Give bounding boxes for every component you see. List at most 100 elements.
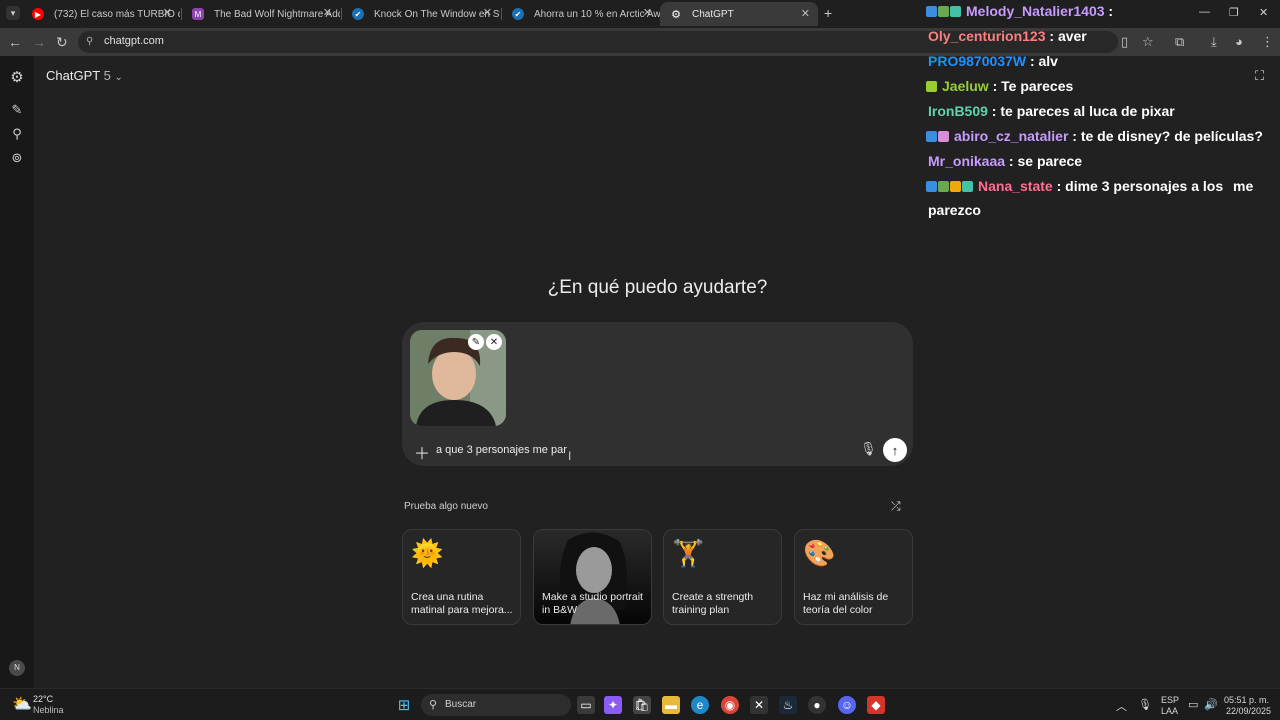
minimize-icon[interactable]: — [1199,6,1210,18]
chat-message: me [1233,175,1273,197]
suggestion-card[interactable]: 🎨 Haz mi análisis de teoría del color [794,529,913,625]
chat-username[interactable]: Oly_centurion123 [928,28,1046,44]
app-icon[interactable]: ◆ [867,696,885,714]
back-arrow-icon[interactable]: ← [8,34,22,50]
chat-text: me [1233,178,1254,194]
language-sub-label: LAA [1161,706,1179,716]
chat-message: Nana_state : dime 3 personajes a los [926,175,1271,197]
chat-message: Melody_Natalier1403 : [926,0,1271,22]
tab-steam-arctic[interactable]: ✔ Ahorra un 10 % en Arctic Awak ✕ [502,4,660,24]
search-icon: ⚲ [429,699,438,711]
chat-badge-icon [950,6,961,17]
edge-icon[interactable]: e [691,696,709,714]
avatar[interactable]: N [9,660,25,676]
chat-username[interactable]: abiro_cz_natalier [954,128,1068,144]
remove-image-icon[interactable]: ✕ [486,334,502,350]
suggestion-card[interactable]: 🏋️ Create a strength training plan [663,529,782,625]
steam-icon[interactable]: ♨ [779,696,797,714]
stream-chat-overlay: Melody_Natalier1403 : Oly_centurion123 : … [922,0,1280,230]
tab-youtube[interactable]: ▶ (732) El caso más TURBIO de Co ✕ [22,4,180,24]
suggestion-text: Haz mi análisis de teoría del color [803,591,889,616]
taskbar-search[interactable]: ⚲ Buscar [421,694,571,716]
new-tab-button[interactable]: + [824,5,832,21]
chat-badge-icon [938,6,949,17]
chat-message: Oly_centurion123 : aver [926,25,1271,47]
windows-start-icon[interactable]: ⊞ [395,696,413,714]
chevron-up-icon[interactable]: ︿ [1116,698,1127,714]
library-icon[interactable]: ⊚ [9,150,25,166]
add-attachment-icon[interactable]: ＋ [414,440,430,464]
site-icon: M [192,8,204,20]
chatgpt-sidebar: ⚙ ✎ ⚲ ⊚ N [0,56,34,688]
close-icon[interactable]: ✕ [163,6,172,19]
edit-image-icon[interactable]: ✎ [468,334,484,350]
suggestion-card[interactable]: Make a studio portrait in B&W [533,529,652,625]
weather-temperature: 22°C [33,694,54,704]
chat-badge-icon [962,181,973,192]
model-name: ChatGPT [46,68,100,83]
copilot-icon[interactable]: ✦ [604,696,622,714]
sun-icon: 🌞 [411,538,444,568]
chat-text: : se parece [1005,153,1083,169]
close-icon[interactable]: ✕ [323,6,332,19]
url-text: chatgpt.com [104,35,164,47]
reload-icon[interactable]: ↻ [56,34,68,51]
forward-arrow-icon[interactable]: → [32,34,46,50]
close-icon[interactable]: ✕ [801,7,810,20]
tab-title: Knock On The Window en Stea [374,8,500,20]
close-icon[interactable]: ✕ [643,6,652,19]
tab-bad-wolf[interactable]: M The Bad Wolf Nightmare Addon ✕ [182,4,340,24]
chat-username[interactable]: PRO9870037W [928,53,1026,69]
site-info-icon[interactable]: ⚲ [86,36,93,47]
weather-icon[interactable]: ⛅ [12,694,32,714]
restore-icon[interactable]: ❐ [1229,6,1239,19]
chat-username[interactable]: Melody_Natalier1403 [966,3,1105,19]
chat-badge-icon [926,6,937,17]
suggestion-text: Make a studio portrait in B&W [542,591,643,616]
send-button[interactable]: ↑ [883,438,907,462]
file-explorer-icon[interactable]: ▬ [662,696,680,714]
tab-chatgpt[interactable]: ⚙ ChatGPT ✕ [660,2,818,26]
chat-username[interactable]: Nana_state [978,178,1053,194]
search-icon[interactable]: ⚲ [9,126,25,142]
steam-icon: ✔ [512,8,524,20]
youtube-icon: ▶ [32,8,44,20]
close-icon[interactable]: ✕ [483,6,492,19]
suggestion-card[interactable]: 🌞 Crea una rutina matinal para mejora... [402,529,521,625]
chat-text: parezco [928,202,981,218]
text-cursor-icon: I [568,449,572,463]
microphone-icon[interactable]: 🎙 [1138,698,1152,711]
tab-title: (732) El caso más TURBIO de Co [54,8,180,20]
tab-search-button[interactable]: ▾ [6,6,20,20]
chat-message: Mr_onikaaa : se parece [926,150,1271,172]
clock-time[interactable]: 05:51 p. m. [1224,695,1269,705]
model-version: 5 [103,68,111,83]
dumbbell-icon: 🏋️ [672,538,705,568]
weather-description: Neblina [33,705,64,715]
chat-text: : te pareces al luca de pixar [987,103,1175,119]
obs-icon[interactable]: ● [808,696,826,714]
prompt-input[interactable] [436,440,816,460]
chat-username[interactable]: Mr_onikaaa [928,153,1005,169]
chat-username[interactable]: IronB509 [928,103,988,119]
network-icon[interactable]: ▭ [1188,698,1198,711]
chat-message: IronB509 : te pareces al luca de pixar [926,100,1271,122]
chat-message: Jaeluw : Te pareces [926,75,1271,97]
close-window-icon[interactable]: ✕ [1259,6,1268,19]
microphone-icon[interactable]: 🎙 [860,441,877,457]
chat-badge-icon [938,181,949,192]
task-view-icon[interactable]: ▭ [577,696,595,714]
chatgpt-logo-icon[interactable]: ⚙ [9,68,25,86]
tab-steam-knock[interactable]: ✔ Knock On The Window en Stea ✕ [342,4,500,24]
chrome-icon[interactable]: ◉ [721,696,739,714]
discord-icon[interactable]: ☺ [838,696,856,714]
language-label[interactable]: ESP [1161,695,1179,705]
new-chat-icon[interactable]: ✎ [9,102,25,118]
steam-icon: ✔ [352,8,364,20]
volume-icon[interactable]: 🔊 [1204,698,1218,711]
store-icon[interactable]: 🛍 [633,696,651,714]
xbox-icon[interactable]: ✕ [750,696,768,714]
chat-username[interactable]: Jaeluw [942,78,989,94]
model-selector[interactable]: ChatGPT 5 ⌄ [46,68,123,83]
shuffle-icon[interactable]: ⤮ [891,499,901,514]
